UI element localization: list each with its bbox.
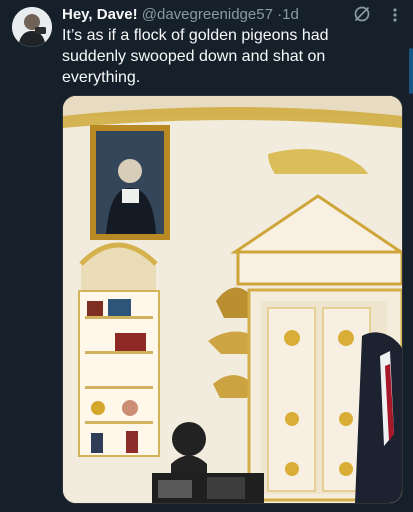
tweet-text: It’s as if a flock of golden pigeons had…: [62, 27, 329, 86]
avatar-image: [12, 7, 52, 47]
more-options-icon[interactable]: [385, 6, 405, 24]
user-handle[interactable]: @davegreenidge57: [142, 6, 273, 23]
avatar[interactable]: [12, 7, 52, 47]
tweet-header: Hey, Dave! @davegreenidge57 ·1d: [62, 6, 299, 24]
grok-icon[interactable]: [353, 5, 371, 23]
post-time[interactable]: 1d: [282, 6, 299, 23]
tweet-media-image[interactable]: [62, 95, 403, 504]
scrollbar[interactable]: [409, 48, 413, 94]
tweet[interactable]: Hey, Dave! @davegreenidge57 ·1d It’s as …: [0, 0, 413, 512]
oval-office-photo: [63, 96, 402, 503]
display-name[interactable]: Hey, Dave!: [62, 6, 138, 23]
